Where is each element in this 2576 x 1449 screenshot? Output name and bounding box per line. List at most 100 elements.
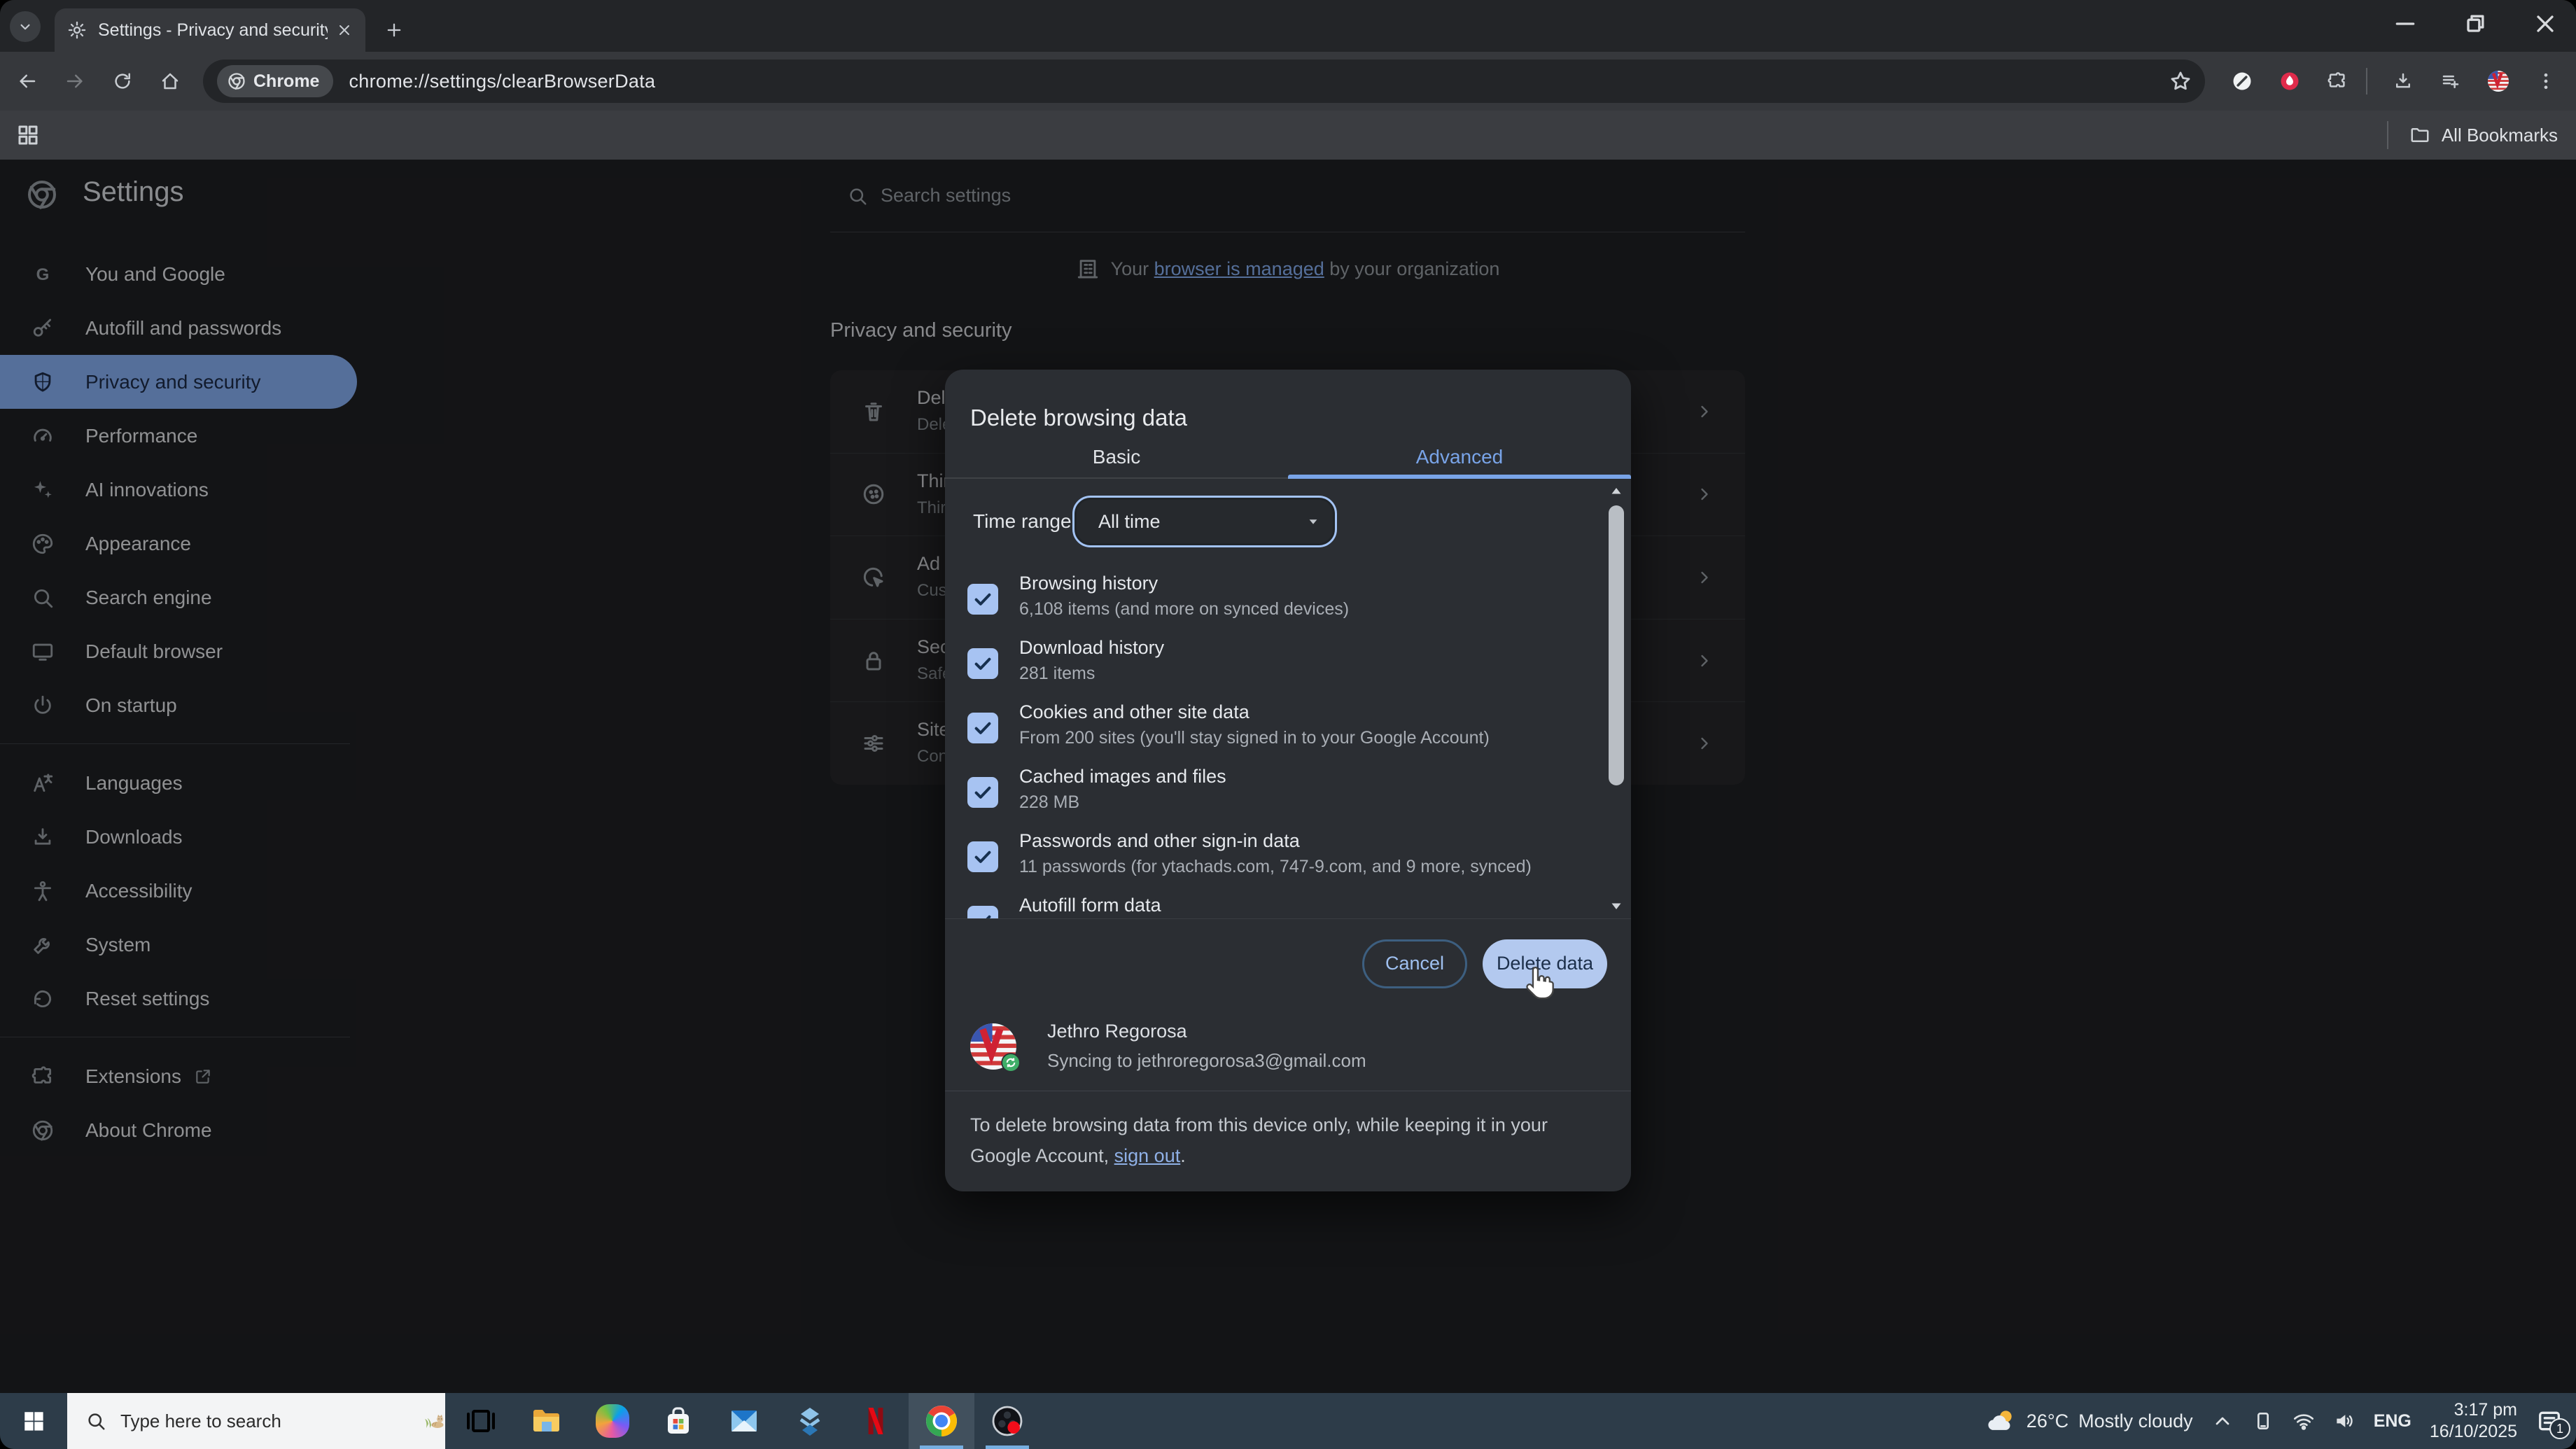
taskbar-app[interactable]: [777, 1393, 843, 1449]
wifi-icon[interactable]: [2292, 1410, 2315, 1432]
extension-button[interactable]: [2317, 61, 2358, 102]
down-tri-icon[interactable]: [1608, 897, 1625, 914]
toolbar-button[interactable]: [55, 61, 95, 102]
restore-icon[interactable]: [2457, 6, 2493, 42]
dialog-title: Delete browsing data: [970, 405, 1188, 430]
cat-icon: [424, 1410, 445, 1432]
plus-icon[interactable]: [379, 15, 409, 45]
checkbox[interactable]: [967, 713, 998, 743]
chevron-down-icon: [16, 18, 34, 36]
dialog-tab[interactable]: Basic: [945, 437, 1288, 477]
up-tri-icon[interactable]: [1608, 483, 1625, 500]
toolbar-action-button[interactable]: [2526, 61, 2566, 102]
taskbar-app[interactable]: [711, 1393, 777, 1449]
window-controls: [2387, 6, 2563, 42]
url-text[interactable]: chrome://settings/clearBrowserData: [349, 71, 655, 92]
chevron-up-icon[interactable]: [2211, 1410, 2234, 1432]
extension-button[interactable]: [2269, 61, 2310, 102]
address-bar[interactable]: Chrome chrome://settings/clearBrowserDat…: [203, 59, 2205, 103]
browser-toolbar: Chrome chrome://settings/clearBrowserDat…: [0, 52, 2576, 111]
home-icon: [160, 71, 181, 92]
checklist-item-label: Passwords and other sign-in data: [1019, 830, 1300, 851]
clock[interactable]: 3:17 pm 16/10/2025: [2430, 1399, 2517, 1443]
checkbox[interactable]: [967, 584, 998, 615]
checkbox[interactable]: [967, 777, 998, 808]
checklist-item[interactable]: Passwords and other sign-in data 11 pass…: [945, 825, 1631, 889]
checklist-item[interactable]: Download history 281 items: [945, 631, 1631, 696]
time-range-value: All time: [1098, 510, 1161, 532]
taskbar: Type here to search 26°C Mostly cloudy E…: [0, 1393, 2576, 1449]
tab-search-button[interactable]: [10, 11, 41, 42]
taskbar-app[interactable]: [448, 1393, 514, 1449]
puzzle-icon: [2327, 71, 2348, 92]
dialog-tab[interactable]: Advanced: [1288, 437, 1631, 479]
obs-icon: [990, 1404, 1024, 1438]
account-avatar: [970, 1023, 1021, 1072]
site-chip-label: Chrome: [253, 71, 320, 91]
file-explorer-icon: [530, 1404, 564, 1438]
checklist-item[interactable]: Browsing history 6,108 items (and more o…: [945, 567, 1631, 631]
weather-widget[interactable]: 26°C Mostly cloudy: [1986, 1406, 2193, 1436]
taskbar-app[interactable]: [514, 1393, 580, 1449]
close-icon[interactable]: [2527, 6, 2563, 42]
taskbar-search[interactable]: Type here to search: [67, 1393, 445, 1449]
checkbox[interactable]: [967, 841, 998, 872]
toolbar-action-button[interactable]: [2478, 61, 2519, 102]
checklist-item[interactable]: Cookies and other site data From 200 sit…: [945, 696, 1631, 760]
taskbar-app[interactable]: [909, 1393, 974, 1449]
star-icon[interactable]: [2169, 69, 2192, 93]
magnifier-icon: [85, 1410, 106, 1432]
tab-title: Settings - Privacy and security: [98, 20, 328, 40]
notification-badge: 1: [2549, 1418, 2570, 1439]
extension-button[interactable]: [2222, 61, 2262, 102]
grid-2x2-icon[interactable]: [15, 122, 41, 148]
hand-cursor-icon: [1520, 963, 1560, 1002]
minimize-icon[interactable]: [2387, 6, 2423, 42]
checkbox[interactable]: [967, 648, 998, 679]
time-range-select[interactable]: All time: [1072, 496, 1337, 547]
toolbar-action-button[interactable]: [2383, 61, 2423, 102]
checklist-item[interactable]: Autofill form data: [945, 889, 1631, 918]
taskbar-app[interactable]: [580, 1393, 645, 1449]
toolbar-action-button[interactable]: [2430, 61, 2471, 102]
sign-out-link[interactable]: sign out: [1114, 1145, 1181, 1166]
all-bookmarks-button[interactable]: All Bookmarks: [2442, 125, 2558, 146]
settings-page: Settings G You and Google Autofill and p…: [0, 160, 2576, 1393]
checklist-item-sublabel: From 200 sites (you'll stay signed in to…: [1019, 728, 1490, 748]
mail-app-icon: [727, 1404, 761, 1438]
checklist-item-label: Browsing history: [1019, 573, 1158, 594]
notification-center[interactable]: 1: [2535, 1407, 2570, 1439]
start-button[interactable]: [11, 1393, 56, 1449]
check-icon: [972, 718, 993, 738]
language-indicator[interactable]: ENG: [2374, 1411, 2412, 1432]
scrollbar-thumb[interactable]: [1609, 505, 1624, 785]
checklist-item[interactable]: Cached images and files 228 MB: [945, 760, 1631, 825]
toolbar-button[interactable]: [102, 61, 143, 102]
browser-tab[interactable]: Settings - Privacy and security: [55, 8, 365, 52]
sync-badge-icon: [1001, 1053, 1021, 1072]
dialog-scrollbar[interactable]: [1607, 483, 1625, 914]
checkbox[interactable]: [967, 906, 998, 918]
toolbar-button[interactable]: [150, 61, 190, 102]
cancel-button[interactable]: Cancel: [1362, 939, 1467, 988]
speaker-icon[interactable]: [2333, 1410, 2356, 1432]
account-name: Jethro Regorosa: [1047, 1021, 1187, 1042]
dialog-footer: To delete browsing data from this device…: [945, 1091, 1631, 1191]
close-icon[interactable]: [336, 22, 353, 38]
taskbar-app[interactable]: [843, 1393, 909, 1449]
clock-time: 3:17 pm: [2454, 1400, 2517, 1420]
taskbar-app[interactable]: [645, 1393, 711, 1449]
device-icon[interactable]: [2252, 1410, 2274, 1432]
system-tray: 26°C Mostly cloudy ENG 3:17 pm 16/10/202…: [1986, 1393, 2576, 1449]
bookmarks-bar: All Bookmarks: [0, 111, 2576, 160]
time-range-label: Time range: [973, 510, 1072, 532]
site-chip[interactable]: Chrome: [217, 65, 334, 97]
circle-slash-icon: [2232, 71, 2253, 92]
download-tray-icon: [2393, 71, 2414, 92]
account-section: Jethro Regorosa Syncing to jethroregoros…: [945, 1008, 1631, 1091]
toolbar-button[interactable]: [7, 61, 48, 102]
arrow-left-icon: [17, 71, 38, 92]
checklist-item-sublabel: 281 items: [1019, 664, 1096, 683]
taskbar-app[interactable]: [974, 1393, 1040, 1449]
chrome-mono-icon: [227, 71, 246, 91]
